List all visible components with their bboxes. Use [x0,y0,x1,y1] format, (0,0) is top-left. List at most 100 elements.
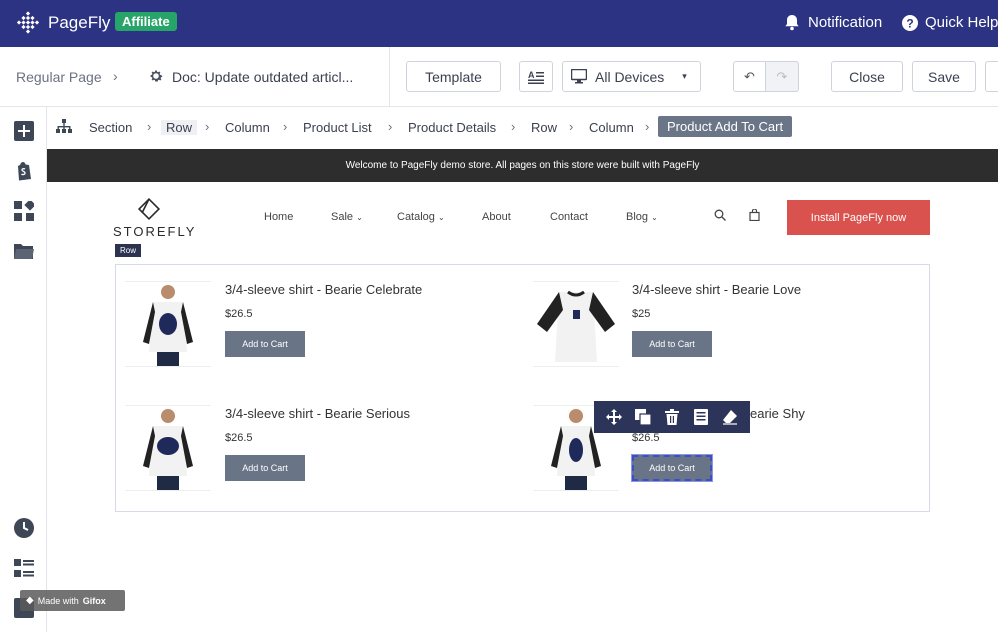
nav-home[interactable]: Home [264,211,293,223]
breadcrumb-item[interactable]: Column [589,120,634,135]
chevron-right-icon: › [147,119,152,134]
redo-button[interactable]: ↷ [765,61,799,92]
product-image[interactable] [533,281,619,367]
breadcrumb-item[interactable]: Product Details [408,120,496,135]
breadcrumb-item[interactable]: Column [225,120,270,135]
chevron-down-icon: ⌄ [356,213,363,222]
nav-sale-label: Sale [331,211,354,223]
nav-blog-label: Blog [626,211,649,223]
device-label: All Devices [595,68,665,85]
add-to-cart-button[interactable]: Add to Cart [632,331,712,357]
editor-canvas: Welcome to PageFly demo store. All pages… [47,147,998,632]
brand-name: PageFly [48,13,111,32]
breadcrumb-item[interactable]: Row [161,120,198,135]
product-title[interactable]: earie Shy [750,406,805,421]
chevron-right-icon: › [511,119,516,134]
page-type-breadcrumb[interactable]: Regular Page [16,69,102,85]
monitor-icon [571,69,587,84]
layers-list-icon[interactable] [14,558,34,578]
breadcrumb-item[interactable]: Row [531,120,557,135]
caret-down-icon: ▾ [682,71,687,81]
affiliate-badge[interactable]: Affiliate [115,12,177,31]
product-title[interactable]: 3/4-sleeve shirt - Bearie Serious [225,406,410,421]
left-sidebar [0,107,47,632]
save-button[interactable]: Save [912,61,976,92]
product-price: $26.5 [225,308,253,320]
search-icon[interactable] [714,209,726,221]
product-price: $26.5 [225,432,253,444]
product-image[interactable] [125,281,211,367]
shirt-image [143,409,193,490]
quick-help-label: Quick Help [925,14,998,31]
install-pagefly-button[interactable]: Install PageFly now [787,200,930,235]
add-to-cart-button-selected[interactable]: Add to Cart [631,454,713,482]
notification-button[interactable]: Notification [784,14,882,31]
add-to-cart-button[interactable]: Add to Cart [225,455,305,481]
element-breadcrumb: Section › Row › Column › Product List › … [47,107,998,147]
shirt-image [537,290,615,362]
breadcrumb-item[interactable]: Product List [303,120,372,135]
shirt-image [143,285,193,366]
apps-grid-icon[interactable] [14,201,34,221]
gifox-icon: ◆ [26,595,34,606]
row-tag: Row [115,244,142,257]
more-button[interactable] [985,61,998,92]
add-element-icon[interactable] [14,121,34,141]
editor-toolbar: Regular Page › Doc: Update outdated arti… [0,47,998,107]
template-button[interactable]: Template [406,61,501,92]
quick-help-button[interactable]: ? Quick Help [902,14,998,31]
trash-icon[interactable] [664,409,680,425]
element-toolbar [594,401,750,433]
chevron-down-icon: ⌄ [437,213,445,222]
save-section-icon[interactable] [693,409,709,425]
sitemap-icon [56,119,72,133]
undo-button[interactable]: ↶ [733,61,766,92]
svg-text:?: ? [906,16,913,30]
question-icon: ? [902,14,918,31]
chevron-right-icon: › [113,68,118,84]
nav-catalog[interactable]: Catalog ⌄ [397,211,445,223]
shopify-icon[interactable] [14,161,34,181]
text-format-button[interactable]: A [519,61,553,92]
pagefly-logo-icon [16,11,40,34]
product-title[interactable]: 3/4-sleeve shirt - Bearie Celebrate [225,282,422,297]
breadcrumb-item[interactable]: Section [89,120,132,135]
undo-icon: ↶ [744,68,755,84]
chevron-right-icon: › [388,119,393,134]
nav-catalog-label: Catalog [397,211,435,223]
close-button[interactable]: Close [831,61,903,92]
nav-blog[interactable]: Blog ⌄ [626,211,658,223]
nav-about[interactable]: About [482,211,511,223]
move-icon[interactable] [606,409,623,425]
watermark-prefix: Made with [37,595,79,606]
folder-icon[interactable] [14,241,34,261]
gear-icon[interactable] [148,68,164,84]
chevron-right-icon: › [205,119,210,134]
device-select[interactable]: All Devices ▾ [562,61,701,92]
nav-sale[interactable]: Sale ⌄ [331,211,363,223]
eraser-icon[interactable] [722,409,738,425]
breadcrumb-active-item[interactable]: Product Add To Cart [658,116,793,137]
chevron-right-icon: › [283,119,288,134]
storefly-logo-icon [137,197,161,221]
duplicate-icon[interactable] [635,409,652,426]
notification-label: Notification [808,14,883,31]
product-price: $26.5 [632,432,660,444]
chevron-down-icon: ⌄ [651,213,658,222]
product-price: $25 [632,308,651,320]
template-label: Template [425,68,482,85]
history-clock-icon[interactable] [14,518,34,538]
save-label: Save [928,68,960,85]
product-image[interactable] [125,405,211,491]
bell-icon [785,15,799,31]
top-bar: PageFly Affiliate Notification ? Quick H… [0,0,998,47]
announcement-bar: Welcome to PageFly demo store. All pages… [47,149,998,182]
page-title[interactable]: Doc: Update outdated articl... [172,69,353,85]
gifox-watermark: ◆ Made with Gifox [20,590,125,611]
product-title[interactable]: 3/4-sleeve shirt - Bearie Love [632,282,801,297]
text-align-icon: A [528,70,544,84]
toolbar-divider [389,47,390,107]
cart-icon[interactable] [749,209,760,221]
nav-contact[interactable]: Contact [550,211,588,223]
add-to-cart-button[interactable]: Add to Cart [225,331,305,357]
